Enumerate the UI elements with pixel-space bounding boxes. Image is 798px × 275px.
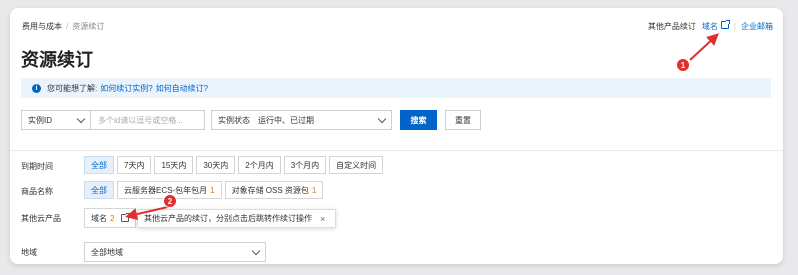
annotation-arrow-1 xyxy=(689,33,719,61)
annotation-arrows xyxy=(125,33,719,221)
annotation-arrow-2 xyxy=(125,205,173,221)
annotation-marker-2: 2 xyxy=(163,194,177,208)
annotation-marker-1: 1 xyxy=(676,58,690,72)
